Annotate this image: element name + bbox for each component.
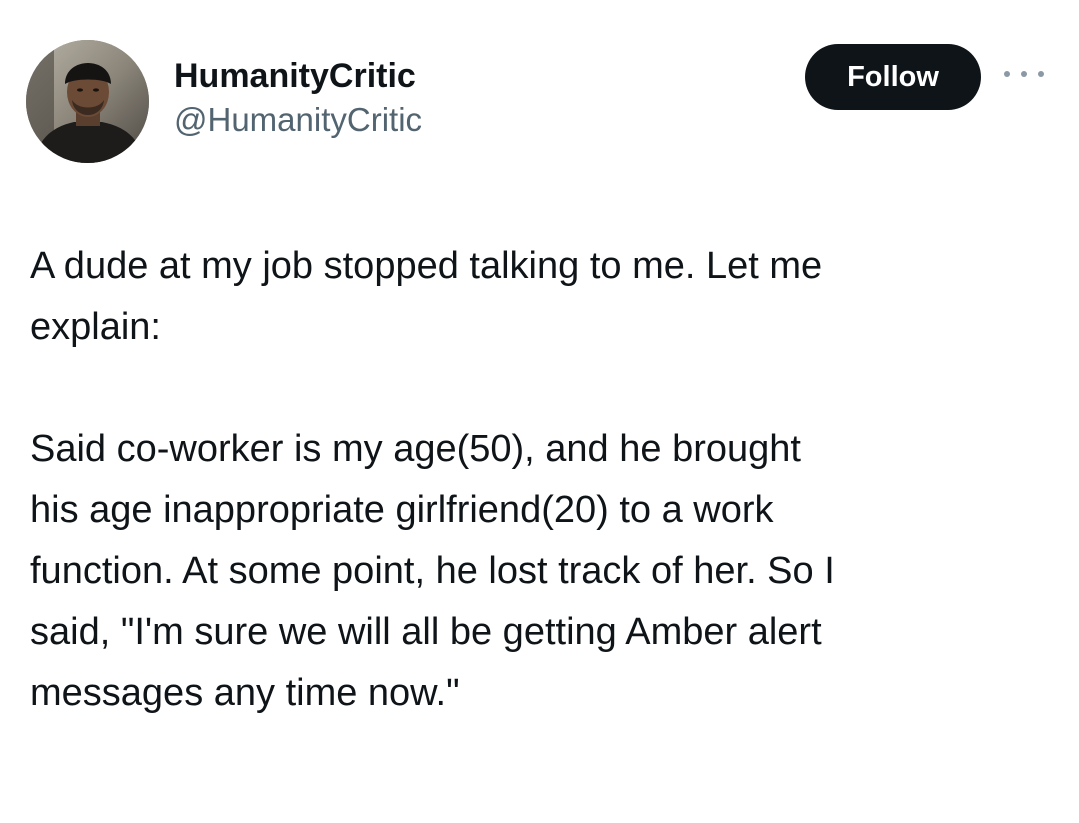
more-dot bbox=[1021, 71, 1027, 77]
more-options-icon[interactable] bbox=[1004, 64, 1044, 84]
tweet-header: HumanityCritic @HumanityCritic Follow bbox=[26, 40, 1056, 164]
profile-photo bbox=[26, 40, 149, 163]
tweet-card: HumanityCritic @HumanityCritic Follow A … bbox=[0, 0, 1079, 823]
more-dot bbox=[1004, 71, 1010, 77]
tweet-text: A dude at my job stopped talking to me. … bbox=[30, 236, 1050, 724]
author-handle[interactable]: @HumanityCritic bbox=[174, 100, 422, 140]
tweet-paragraph: A dude at my job stopped talking to me. … bbox=[30, 245, 823, 348]
follow-button[interactable]: Follow bbox=[805, 44, 981, 110]
more-dot bbox=[1038, 71, 1044, 77]
avatar[interactable] bbox=[26, 40, 149, 163]
tweet-paragraph: Said co-worker is my age(50), and he bro… bbox=[30, 428, 835, 714]
author-display-name[interactable]: HumanityCritic bbox=[174, 56, 422, 96]
author-names: HumanityCritic @HumanityCritic bbox=[174, 56, 422, 140]
